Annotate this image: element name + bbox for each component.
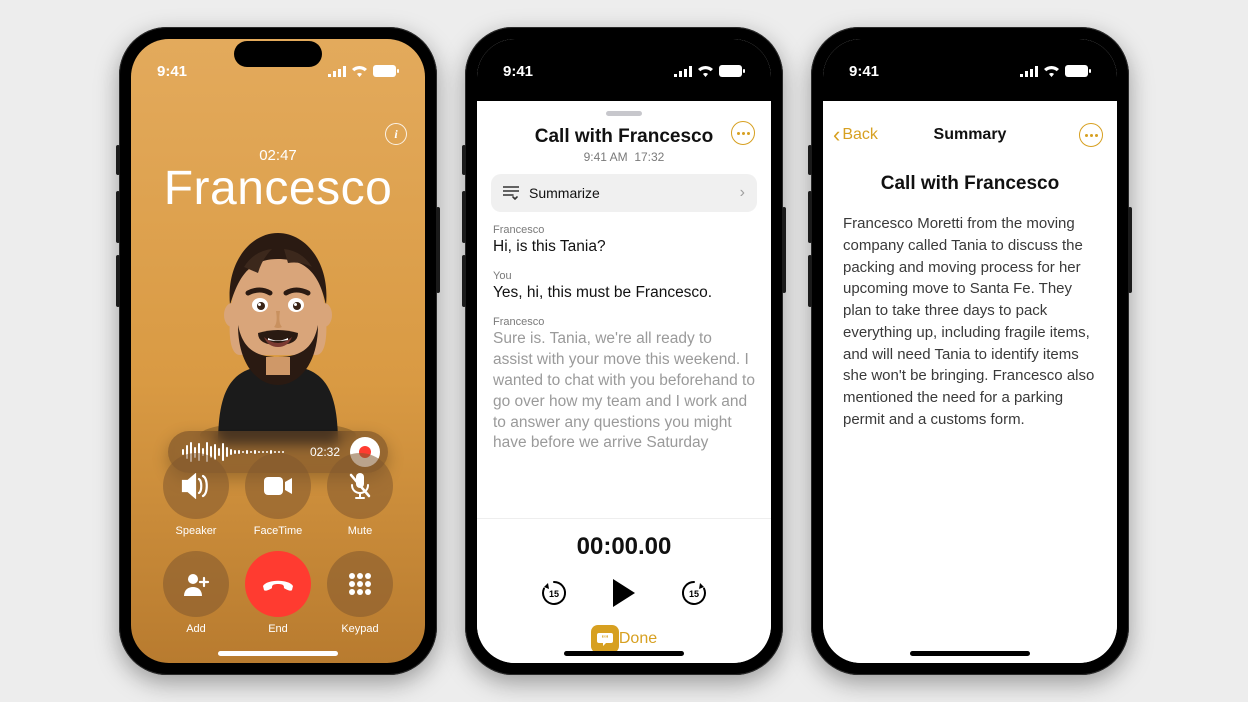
- summarize-label: Summarize: [529, 185, 600, 201]
- info-button[interactable]: i: [385, 123, 407, 145]
- transcript-message: Francesco Hi, is this Tania?: [493, 224, 755, 258]
- transcript-message: You Yes, hi, this must be Francesco.: [493, 270, 755, 304]
- summarize-icon: [503, 186, 519, 200]
- play-icon: [613, 579, 635, 607]
- summary-body: Call with Francesco Francesco Moretti fr…: [823, 157, 1117, 663]
- back-button[interactable]: ‹ Back: [833, 126, 878, 144]
- speaker-button[interactable]: Speaker: [163, 453, 229, 537]
- wifi-icon: [697, 65, 714, 77]
- end-call-button[interactable]: End: [245, 551, 311, 635]
- status-icons: [674, 65, 745, 77]
- quote-icon: ””: [597, 632, 613, 646]
- cellular-icon: [674, 66, 692, 77]
- contact-avatar: [188, 215, 368, 445]
- transcript-message: Francesco Sure is. Tania, we're all read…: [493, 316, 755, 455]
- speaker-label: Speaker: [176, 525, 217, 537]
- video-icon: [263, 476, 293, 496]
- add-person-icon: [182, 572, 210, 596]
- status-time: 9:41: [157, 63, 187, 80]
- svg-text:15: 15: [689, 589, 699, 599]
- mute-button[interactable]: Mute: [327, 453, 393, 537]
- svg-text:””: ””: [601, 636, 608, 643]
- back-label: Back: [842, 126, 878, 144]
- phone-down-icon: [261, 576, 295, 592]
- keypad-label: Keypad: [341, 623, 378, 635]
- summary-screen: 9:41 ‹ Back Summary Call with Francesco: [823, 39, 1117, 663]
- nav-title: Summary: [934, 126, 1007, 144]
- chevron-right-icon: ›: [740, 184, 745, 202]
- more-button[interactable]: [731, 121, 755, 145]
- phone-transcript: 9:41 Call with Francesco 9:41 AM 17:32 S…: [465, 27, 783, 675]
- rewind-icon: 15: [539, 578, 569, 608]
- home-indicator[interactable]: [218, 651, 338, 656]
- transcript-sheet: Call with Francesco 9:41 AM 17:32 Summar…: [477, 101, 771, 663]
- audio-player: 00:00.00 15 15 ”” Done: [477, 518, 771, 663]
- end-label: End: [268, 623, 288, 635]
- facetime-label: FaceTime: [254, 525, 303, 537]
- summary-text: Francesco Moretti from the moving compan…: [843, 213, 1097, 431]
- play-button[interactable]: [606, 575, 642, 611]
- mic-off-icon: [348, 472, 372, 500]
- sheet-grabber[interactable]: [606, 111, 642, 116]
- add-button[interactable]: Add: [163, 551, 229, 635]
- home-indicator[interactable]: [910, 651, 1030, 656]
- keypad-button[interactable]: Keypad: [327, 551, 393, 635]
- summarize-button[interactable]: Summarize ›: [491, 174, 757, 212]
- add-label: Add: [186, 623, 206, 635]
- cellular-icon: [1020, 66, 1038, 77]
- dynamic-island: [926, 41, 1014, 67]
- status-time: 9:41: [503, 63, 533, 80]
- dynamic-island: [234, 41, 322, 67]
- transcript-screen: 9:41 Call with Francesco 9:41 AM 17:32 S…: [477, 39, 771, 663]
- battery-icon: [1065, 65, 1091, 77]
- transcript-title: Call with Francesco: [477, 126, 771, 148]
- mute-label: Mute: [348, 525, 372, 537]
- status-icons: [328, 65, 399, 77]
- notes-app-button[interactable]: ””: [591, 625, 619, 653]
- forward-15-button[interactable]: 15: [676, 575, 712, 611]
- wifi-icon: [351, 65, 368, 77]
- battery-icon: [719, 65, 745, 77]
- call-screen: 9:41 i 02:47 Francesco: [131, 39, 425, 663]
- transcript-body[interactable]: Francesco Hi, is this Tania? You Yes, hi…: [477, 224, 771, 518]
- dynamic-island: [580, 41, 668, 67]
- wifi-icon: [1043, 65, 1060, 77]
- done-button[interactable]: Done: [619, 630, 657, 648]
- home-indicator[interactable]: [564, 651, 684, 656]
- svg-text:15: 15: [549, 589, 559, 599]
- rewind-15-button[interactable]: 15: [536, 575, 572, 611]
- cellular-icon: [328, 66, 346, 77]
- keypad-icon: [348, 572, 372, 596]
- facetime-button[interactable]: FaceTime: [245, 453, 311, 537]
- status-time: 9:41: [849, 63, 879, 80]
- forward-icon: 15: [679, 578, 709, 608]
- battery-icon: [373, 65, 399, 77]
- phone-call: 9:41 i 02:47 Francesco: [119, 27, 437, 675]
- phone-summary: 9:41 ‹ Back Summary Call with Francesco: [811, 27, 1129, 675]
- speaker-icon: [181, 473, 211, 499]
- status-icons: [1020, 65, 1091, 77]
- more-button[interactable]: [1079, 123, 1103, 147]
- nav-bar: ‹ Back Summary: [823, 117, 1117, 153]
- playback-time: 00:00.00: [577, 533, 672, 561]
- summary-title: Call with Francesco: [843, 173, 1097, 195]
- contact-name: Francesco: [131, 161, 425, 216]
- transcript-meta: 9:41 AM 17:32: [477, 150, 771, 164]
